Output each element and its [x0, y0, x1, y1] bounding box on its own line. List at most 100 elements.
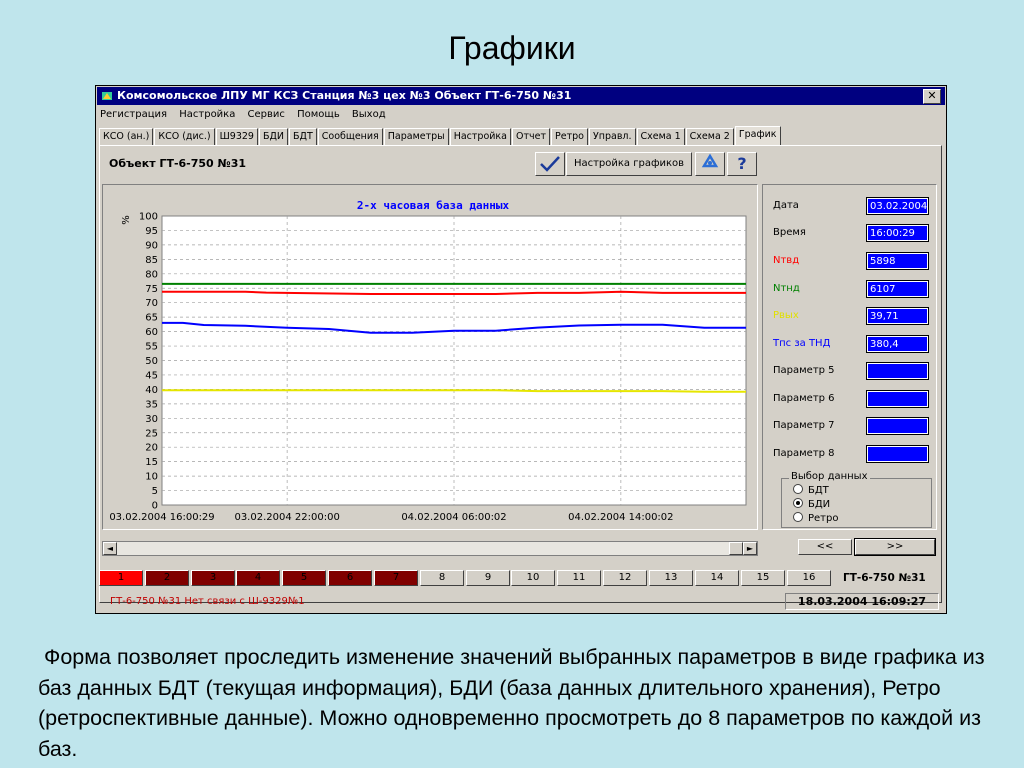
radio-dot-selected — [793, 498, 803, 508]
y-tick-label: 95 — [145, 226, 158, 237]
channel-button-15[interactable]: 15 — [741, 570, 785, 586]
app-window: Комсомольское ЛПУ МГ КСЗ Станция №3 цех … — [95, 85, 947, 614]
channel-button-7[interactable]: 7 — [374, 570, 418, 586]
channel-button-6[interactable]: 6 — [328, 570, 372, 586]
y-tick-label: 65 — [145, 313, 158, 324]
tab-graph[interactable]: График — [734, 126, 781, 146]
tab-sh9329[interactable]: Ш9329 — [215, 128, 258, 146]
y-tick-label: 25 — [145, 428, 158, 439]
channel-button-3[interactable]: 3 — [191, 570, 235, 586]
channel-button-8[interactable]: 8 — [420, 570, 464, 586]
prev-button[interactable]: << — [798, 539, 852, 555]
menu-item-help[interactable]: Помощь — [297, 109, 340, 120]
param-value: 03.02.2004 — [866, 197, 929, 215]
param-value — [866, 362, 929, 380]
param-value — [866, 417, 929, 435]
y-tick-label: 55 — [145, 342, 158, 353]
radio-label: Ретро — [808, 513, 839, 524]
y-axis-label: % — [121, 215, 132, 225]
param-value: 380,4 — [866, 335, 929, 353]
chart-area: 2-х часовая база данных % 0 5 10 15 20 25 30 35… — [102, 184, 758, 530]
data-select-title: Выбор данных — [789, 471, 870, 482]
param-label: Параметр 7 — [773, 420, 835, 431]
radio-bdt[interactable]: БДТ — [793, 484, 829, 496]
channel-button-2[interactable]: 2 — [145, 570, 189, 586]
y-tick-label: 85 — [145, 255, 158, 266]
window-title: Комсомольское ЛПУ МГ КСЗ Станция №3 цех … — [117, 89, 572, 102]
tab-bdi[interactable]: БДИ — [258, 128, 289, 146]
tab-kso-an[interactable]: КСО (ан.) — [99, 128, 154, 146]
close-icon[interactable]: ✕ — [923, 89, 941, 104]
x-tick-label: 04.02.2004 14:00:02 — [568, 512, 673, 523]
x-tick-label: 04.02.2004 06:00:02 — [401, 512, 506, 523]
y-tick-label: 90 — [145, 240, 158, 251]
tab-report[interactable]: Отчет — [512, 128, 551, 146]
chart-settings-button[interactable]: Настройка графиков — [566, 152, 692, 176]
tab-setup[interactable]: Настройка — [449, 128, 511, 146]
channel-button-9[interactable]: 9 — [466, 570, 510, 586]
param-label: Тпс за ТНД — [773, 338, 831, 349]
status-datetime: 18.03.2004 16:09:27 — [785, 593, 939, 610]
tab-messages[interactable]: Сообщения — [317, 128, 383, 146]
channel-button-14[interactable]: 14 — [695, 570, 739, 586]
y-tick-label: 10 — [145, 472, 158, 483]
param-value: 16:00:29 — [866, 224, 929, 242]
y-tick-label: 15 — [145, 457, 158, 468]
y-tick-label: 100 — [139, 212, 158, 223]
tab-scheme-1[interactable]: Схема 1 — [636, 128, 685, 146]
chart-svg: 2-х часовая база данных % 0 5 10 15 20 25 30 35… — [109, 199, 747, 523]
tab-parameters[interactable]: Параметры — [383, 128, 449, 146]
x-tick-label: 03.02.2004 16:00:29 — [109, 512, 214, 523]
tab-retro[interactable]: Ретро — [551, 128, 588, 146]
radio-dot — [793, 484, 803, 494]
y-tick-label: 0 — [152, 501, 158, 512]
channel-button-11[interactable]: 11 — [557, 570, 601, 586]
scroll-left-icon[interactable]: ◄ — [103, 542, 117, 555]
param-value: 5898 — [866, 252, 929, 270]
menu-item-settings[interactable]: Настройка — [179, 109, 235, 120]
y-tick-label: 80 — [145, 269, 158, 280]
tab-scheme-2[interactable]: Схема 2 — [685, 128, 734, 146]
y-tick-label: 50 — [145, 356, 158, 367]
channel-button-16[interactable]: 16 — [787, 570, 831, 586]
tab-control[interactable]: Управл. — [588, 128, 636, 146]
channel-button-1[interactable]: 1 — [99, 570, 143, 586]
scroll-right-icon[interactable]: ► — [743, 542, 757, 555]
y-tick-label: 20 — [145, 443, 158, 454]
next-button[interactable]: >> — [854, 538, 936, 556]
tab-bdt[interactable]: БДТ — [289, 128, 317, 146]
channel-button-10[interactable]: 10 — [511, 570, 555, 586]
y-tick-label: 45 — [145, 370, 158, 381]
status-message: ГТ-6-750 №31 Нет связи с Ш-9329№1 — [110, 596, 305, 607]
y-tick-label: 30 — [145, 414, 158, 425]
object-name: ГТ-6-750 №31 — [843, 572, 926, 584]
slide-title: Графики — [448, 30, 576, 66]
menu-item-service[interactable]: Сервис — [248, 109, 285, 120]
param-label: Параметр 6 — [773, 393, 835, 404]
window-titlebar[interactable]: Комсомольское ЛПУ МГ КСЗ Станция №3 цех … — [97, 87, 945, 105]
channel-button-12[interactable]: 12 — [603, 570, 647, 586]
radio-label: БДТ — [808, 485, 829, 496]
slide-caption: Форма позволяет проследить изменение зна… — [38, 645, 985, 761]
scroll-thumb[interactable] — [729, 542, 743, 555]
radio-bdi[interactable]: БДИ — [793, 498, 830, 510]
radio-retro[interactable]: Ретро — [793, 512, 838, 524]
param-value — [866, 390, 929, 408]
menu-item-registration[interactable]: Регистрация — [100, 109, 167, 120]
radio-label: БДИ — [808, 499, 831, 510]
horizontal-scrollbar[interactable]: ◄ ► — [102, 541, 758, 556]
help-icon[interactable]: ? — [727, 152, 757, 176]
menu-item-exit[interactable]: Выход — [352, 109, 386, 120]
checkmark-icon[interactable] — [535, 152, 565, 176]
y-tick-label: 40 — [145, 385, 158, 396]
y-tick-label: 70 — [145, 298, 158, 309]
recycle-icon[interactable] — [695, 152, 725, 176]
channel-button-4[interactable]: 4 — [236, 570, 280, 586]
channel-button-13[interactable]: 13 — [649, 570, 693, 586]
tab-kso-dis[interactable]: КСО (дис.) — [154, 128, 215, 146]
y-tick-label: 60 — [145, 327, 158, 338]
app-icon — [102, 92, 112, 100]
x-tick-label: 03.02.2004 22:00:00 — [234, 512, 339, 523]
param-label: Время — [773, 227, 806, 238]
channel-button-5[interactable]: 5 — [282, 570, 326, 586]
